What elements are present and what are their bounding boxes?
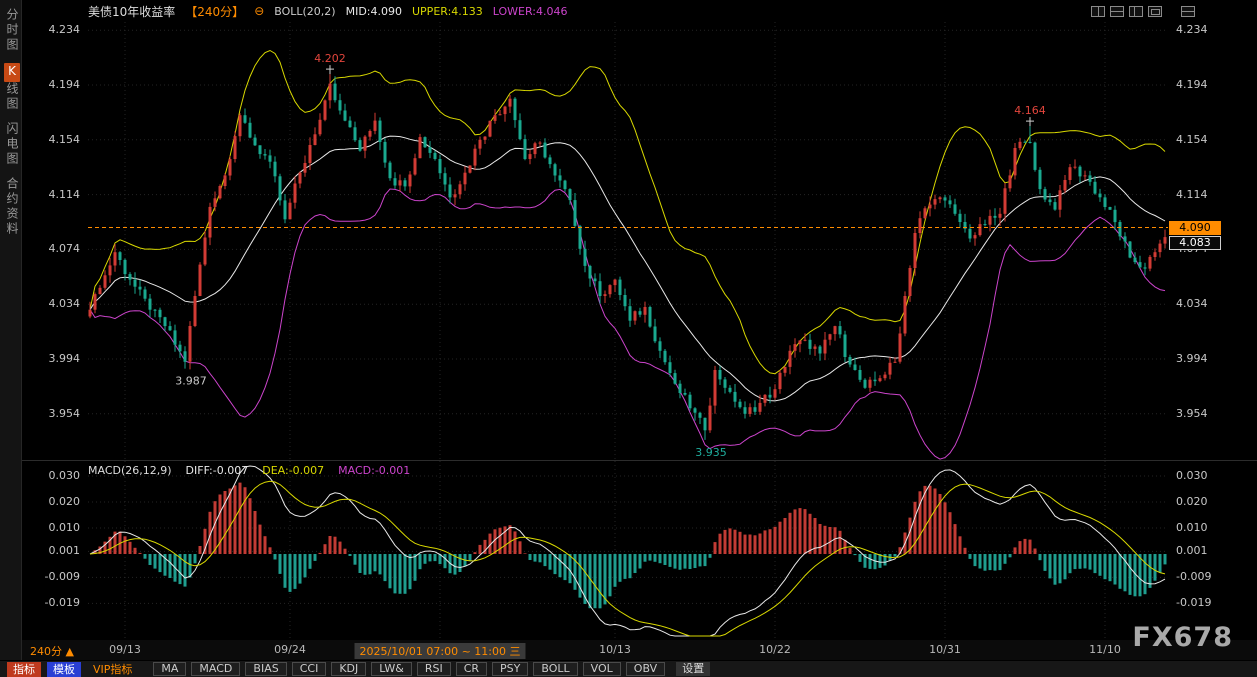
top-bar: 美债10年收益率 【240分】 ⊖ BOLL(20,2) MID:4.090 U… (22, 0, 1257, 22)
x-axis-label: 09/13 (109, 643, 141, 656)
fx678-watermark: FX678 (1132, 622, 1233, 653)
axis-label: 3.994 (1176, 352, 1208, 366)
indicator-button-CR[interactable]: CR (456, 662, 487, 676)
toolbar-tab-指标[interactable]: 指标 (7, 662, 41, 677)
axis-label: 0.001 (1176, 544, 1208, 558)
main-chart-canvas[interactable]: 3.987 4.202 3.935 4.164 (88, 22, 1168, 460)
axis-label: 0.010 (1176, 521, 1208, 535)
indicator-button-LW&[interactable]: LW& (371, 662, 412, 676)
x-axis-label: 11/10 (1089, 643, 1121, 656)
settings-button[interactable]: 设置 (676, 662, 710, 676)
axis-label: 4.194 (49, 78, 81, 92)
indicator-button-MACD[interactable]: MACD (191, 662, 240, 676)
axis-label: 0.030 (1176, 469, 1208, 483)
indicator-button-KDJ[interactable]: KDJ (331, 662, 366, 676)
macd-diff-value: DIFF:-0.007 (186, 464, 249, 477)
layout-split-vertical-icon[interactable] (1091, 6, 1105, 17)
price-axis-left: 4.234 4.194 4.154 4.114 4.074 4.034 3.994 3.954 (22, 22, 84, 460)
indicator-button-BOLL[interactable]: BOLL (533, 662, 577, 676)
sidebar-item-合约资料[interactable]: 合约资料 (4, 177, 21, 237)
axis-label: 4.234 (1176, 23, 1208, 37)
indicator-button-VOL[interactable]: VOL (583, 662, 621, 676)
toolbar-tab-VIP指标[interactable]: VIP指标 (87, 662, 138, 677)
left-sidebar: 分时图 K线图闪电图合约资料 (0, 0, 22, 660)
svg-text:3.987: 3.987 (175, 375, 207, 388)
layout-inset-icon[interactable] (1148, 6, 1162, 17)
axis-label: -0.019 (45, 596, 80, 610)
timeframe-label[interactable]: 240分 ▲ (30, 643, 74, 659)
x-axis-label: 10/13 (599, 643, 631, 656)
axis-label: 4.114 (1176, 188, 1208, 202)
toolbar-tab-模板[interactable]: 模板 (47, 662, 81, 677)
time-axis-bar: 240分 ▲ 09/13 09/24 2025/10/01 07:00 ~ 11:0… (0, 640, 1257, 660)
x-axis-label: 10/31 (929, 643, 961, 656)
macd-hist-value: MACD:-0.001 (338, 464, 410, 477)
layout-sidebar-icon[interactable] (1129, 6, 1143, 17)
reference-price-box: 4.090 (1169, 221, 1221, 235)
macd-axis-right: 0.030 0.020 0.010 0.001 -0.009 -0.019 (1172, 461, 1256, 641)
axis-label: 4.114 (49, 188, 81, 202)
axis-label: 0.020 (49, 495, 81, 509)
indicator-buttons: MA MACD BIAS CCI KDJ LW&RSI CR PSY BOLL VOL OBV (153, 662, 665, 676)
toolbar-tabs: 指标模板 VIP指标 (7, 662, 138, 677)
indicator-button-RSI[interactable]: RSI (417, 662, 451, 676)
svg-text:4.202: 4.202 (314, 52, 346, 65)
axis-label: 3.954 (1176, 407, 1208, 421)
axis-label: 0.020 (1176, 495, 1208, 509)
macd-axis-left: 0.030 0.020 0.010 0.001 -0.009 -0.019 (22, 461, 84, 641)
axis-label: 0.001 (49, 544, 81, 558)
axis-label: 0.010 (49, 521, 81, 535)
layout-icon-group (1091, 6, 1195, 17)
active-tab-badge: K (4, 63, 20, 82)
x-axis-label: 09/24 (274, 643, 306, 656)
x-axis-label: 10/22 (759, 643, 791, 656)
sidebar-item-闪电图[interactable]: 闪电图 (4, 122, 21, 167)
sidebar-item-K线图[interactable]: K线图 (4, 63, 21, 112)
axis-label: 4.234 (49, 23, 81, 37)
layout-split-horizontal-icon[interactable] (1110, 6, 1124, 17)
axis-label: -0.009 (45, 570, 80, 584)
indicator-button-PSY[interactable]: PSY (492, 662, 528, 676)
indicator-button-BIAS[interactable]: BIAS (245, 662, 286, 676)
axis-label: 4.154 (49, 133, 81, 147)
instrument-title: 美债10年收益率 (88, 3, 175, 20)
axis-label: 4.194 (1176, 78, 1208, 92)
boll-indicator-label: BOLL(20,2) (274, 5, 335, 18)
svg-text:3.935: 3.935 (695, 446, 727, 459)
sidebar-item-分时图[interactable]: 分时图 (4, 8, 21, 53)
axis-label: 4.034 (1176, 297, 1208, 311)
axis-label: 4.074 (49, 242, 81, 256)
axis-label: 0.030 (49, 469, 81, 483)
trading-terminal: { "topbar": { "title": "美债10年收益率", "peri… (0, 0, 1257, 677)
axis-label: -0.009 (1176, 570, 1211, 584)
boll-lower-value: LOWER:4.046 (493, 5, 568, 18)
main-chart-panel: 4.234 4.194 4.154 4.114 4.074 4.034 3.994 3.954… (22, 22, 1257, 460)
boll-mid-value: MID:4.090 (346, 5, 402, 18)
indicator-button-CCI[interactable]: CCI (292, 662, 327, 676)
restore-window-icon[interactable] (1181, 6, 1195, 17)
svg-text:4.164: 4.164 (1014, 104, 1046, 117)
period-label[interactable]: 【240分】 (185, 3, 244, 20)
axis-label: 3.994 (49, 352, 81, 366)
bottom-toolbar: 指标模板 VIP指标 MA MACD BIAS CCI KDJ LW&RSI CR PSY BOL… (0, 660, 1257, 677)
axis-label: 4.034 (49, 297, 81, 311)
axis-label: -0.019 (1176, 596, 1211, 610)
indicator-button-OBV[interactable]: OBV (626, 662, 665, 676)
macd-canvas[interactable] (88, 461, 1168, 641)
macd-dea-value: DEA:-0.007 (262, 464, 324, 477)
macd-indicator-label: MACD(26,12,9) (88, 464, 172, 477)
indicator-button-MA[interactable]: MA (153, 662, 186, 676)
macd-header: MACD(26,12,9) DIFF:-0.007 DEA:-0.007 MAC… (88, 464, 410, 477)
axis-label: 3.954 (49, 407, 81, 421)
last-price-box: 4.083 (1169, 236, 1221, 250)
macd-panel: MACD(26,12,9) DIFF:-0.007 DEA:-0.007 MAC… (22, 460, 1257, 640)
selected-candle-time-label: 2025/10/01 07:00 ~ 11:00 三 (354, 643, 525, 659)
axis-label: 4.154 (1176, 133, 1208, 147)
boll-upper-value: UPPER:4.133 (412, 5, 483, 18)
collapse-icon[interactable]: ⊖ (254, 4, 264, 18)
